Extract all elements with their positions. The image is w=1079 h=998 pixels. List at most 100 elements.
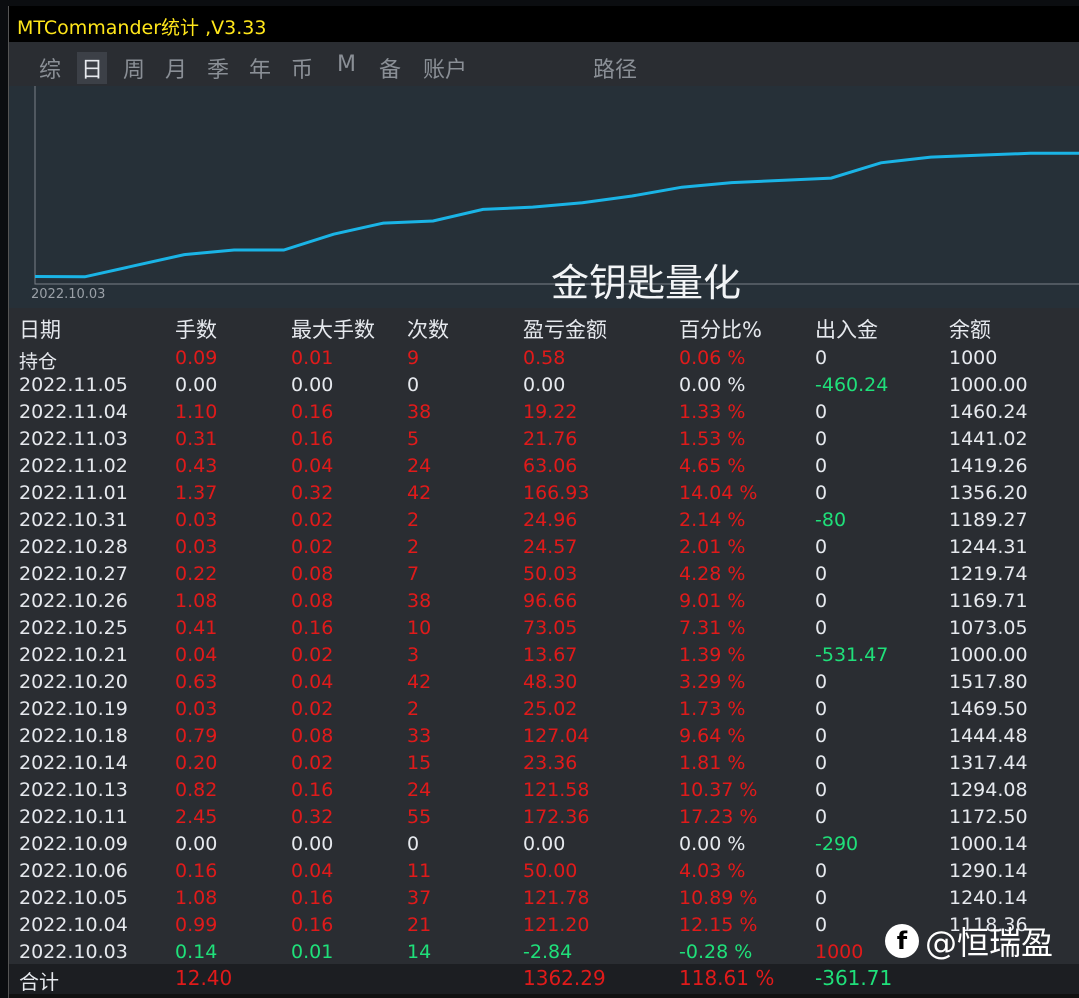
tab-7[interactable]: M [337,52,356,77]
cell-max_lots: 0.32 [291,806,334,828]
table-row[interactable]: 2022.11.01 1.37 0.32 42 166.93 14.04 % 0 1356.2… [9,480,1079,507]
cell-flow: 0 [815,806,828,828]
table-row[interactable]: 2022.10.27 0.22 0.08 7 50.03 4.28 % 0 1219.74 [9,561,1079,588]
column-header[interactable]: 次数 [407,314,449,344]
cell-flow: -460.24 [815,374,889,396]
cell-pnl: 121.78 [523,887,590,909]
cell-count: 33 [407,725,432,747]
cell-date: 2022.11.02 [19,455,128,477]
cell-pct: 1.39 % [679,644,746,666]
tab-1[interactable]: 日 [77,52,108,84]
column-header[interactable]: 日期 [19,314,61,344]
tab-0[interactable]: 综 [39,52,61,84]
column-header[interactable]: 百分比% [679,314,762,344]
table-row[interactable]: 2022.10.26 1.08 0.08 38 96.66 9.01 % 0 1169.71 [9,588,1079,615]
cell-count: 11 [407,860,432,882]
table-row[interactable]: 2022.10.21 0.04 0.02 3 13.67 1.39 % -531.47 100… [9,642,1079,669]
cell-max_lots: 0.16 [291,887,334,909]
cell-count: 38 [407,401,432,423]
cell-flow: 0 [815,563,828,585]
cell-balance: 1294.08 [949,779,1028,801]
cell-count: 3 [407,644,420,666]
cell-count: 10 [407,617,432,639]
cell-flow: -531.47 [815,644,889,666]
cell-flow: -290 [815,833,859,855]
tab-6[interactable]: 币 [291,52,313,84]
cell-date: 2022.10.20 [19,671,128,693]
tab-2[interactable]: 周 [123,52,145,84]
cell-pct: 9.64 % [679,725,746,747]
cell-pnl: 0.00 [523,374,566,396]
tab-10[interactable]: 路径 [593,52,637,84]
cell-count: 42 [407,482,432,504]
cell-pct: 1.81 % [679,752,746,774]
cell-date: 2022.11.05 [19,374,128,396]
column-header[interactable]: 手数 [175,314,217,344]
cell-max_lots: 0.02 [291,509,334,531]
tab-4[interactable]: 季 [207,52,229,84]
cell-lots: 0.00 [175,374,218,396]
cell-pnl: 121.58 [523,779,590,801]
tab-3[interactable]: 月 [165,52,187,84]
column-header[interactable]: 余额 [949,314,991,344]
cell-flow: 0 [815,347,828,369]
table-row[interactable]: 2022.11.02 0.43 0.04 24 63.06 4.65 % 0 1419.26 [9,453,1079,480]
cell-flow: 0 [815,590,828,612]
cell-max_lots: 0.04 [291,860,334,882]
table-row[interactable]: 2022.10.11 2.45 0.32 55 172.36 17.23 % 0 1172.5… [9,804,1079,831]
cell-pct: 0.06 % [679,347,746,369]
cell-flow: 0 [815,887,828,909]
table-row[interactable]: 2022.10.09 0.00 0.00 0 0.00 0.00 % -290 1000.14 [9,831,1079,858]
cell-pnl: 24.96 [523,509,578,531]
title-bar[interactable]: MTCommander统计 ,V3.33 [9,6,1079,42]
cell-flow: 0 [815,617,828,639]
cell-pnl: 23.36 [523,752,578,774]
table-row[interactable]: 2022.10.13 0.82 0.16 24 121.58 10.37 % 0 1294.0… [9,777,1079,804]
table-row[interactable]: 2022.10.05 1.08 0.16 37 121.78 10.89 % 0 1240.1… [9,885,1079,912]
tab-8[interactable]: 备 [379,52,401,84]
cell-lots: 0.63 [175,671,218,693]
table-row[interactable]: 2022.10.25 0.41 0.16 10 73.05 7.31 % 0 1073.05 [9,615,1079,642]
horizontal-scrollbar[interactable] [9,994,1079,998]
table-row[interactable]: 2022.10.06 0.16 0.04 11 50.00 4.03 % 0 1290.14 [9,858,1079,885]
cell-pnl: 25.02 [523,698,578,720]
cell-pct: 12.15 % [679,914,758,936]
cell-balance: 1219.74 [949,563,1028,585]
table-row[interactable]: 2022.11.03 0.31 0.16 5 21.76 1.53 % 0 1441.02 [9,426,1079,453]
cell-pct: 10.37 % [679,779,758,801]
cell-pct: 4.65 % [679,455,746,477]
cell-max_lots: 0.08 [291,590,334,612]
cell-lots: 0.82 [175,779,218,801]
social-watermark: f @恒瑞盈 [885,918,1053,964]
tab-5[interactable]: 年 [249,52,271,84]
table-row[interactable]: 持仓 0.09 0.01 9 0.58 0.06 % 0 1000 [9,345,1079,373]
cell-max_lots: 0.00 [291,374,334,396]
table-row[interactable]: 2022.10.19 0.03 0.02 2 25.02 1.73 % 0 1469.50 [9,696,1079,723]
cell-flow: 0 [815,401,828,423]
cell-max_lots: 0.16 [291,914,334,936]
total-lots: 12.40 [175,966,233,990]
table-row[interactable]: 2022.10.20 0.63 0.04 42 48.30 3.29 % 0 1517.80 [9,669,1079,696]
table-row[interactable]: 2022.11.05 0.00 0.00 0 0.00 0.00 % -460.24 1000… [9,372,1079,399]
cell-pct: 7.31 % [679,617,746,639]
column-header[interactable]: 出入金 [815,314,878,344]
cell-balance: 1169.71 [949,590,1028,612]
column-header[interactable]: 最大手数 [291,314,375,344]
cell-pnl: 24.57 [523,536,578,558]
cell-date: 2022.10.18 [19,725,128,747]
cell-pct: 2.01 % [679,536,746,558]
table-row[interactable]: 2022.10.18 0.79 0.08 33 127.04 9.64 % 0 1444.48 [9,723,1079,750]
table-row[interactable]: 2022.10.28 0.03 0.02 2 24.57 2.01 % 0 1244.31 [9,534,1079,561]
cell-pnl: 21.76 [523,428,578,450]
table-row[interactable]: 2022.10.31 0.03 0.02 2 24.96 2.14 % -80 1189.27 [9,507,1079,534]
cell-balance: 1469.50 [949,698,1028,720]
cell-max_lots: 0.16 [291,428,334,450]
cell-pnl: 19.22 [523,401,578,423]
column-header[interactable]: 盈亏金额 [523,314,607,344]
table-row[interactable]: 2022.11.04 1.10 0.16 38 19.22 1.33 % 0 1460.24 [9,399,1079,426]
tab-9[interactable]: 账户 [423,52,467,84]
cell-pnl: 50.00 [523,860,578,882]
cell-pct: 2.14 % [679,509,746,531]
cell-count: 7 [407,563,420,585]
table-row[interactable]: 2022.10.14 0.20 0.02 15 23.36 1.81 % 0 1317.44 [9,750,1079,777]
